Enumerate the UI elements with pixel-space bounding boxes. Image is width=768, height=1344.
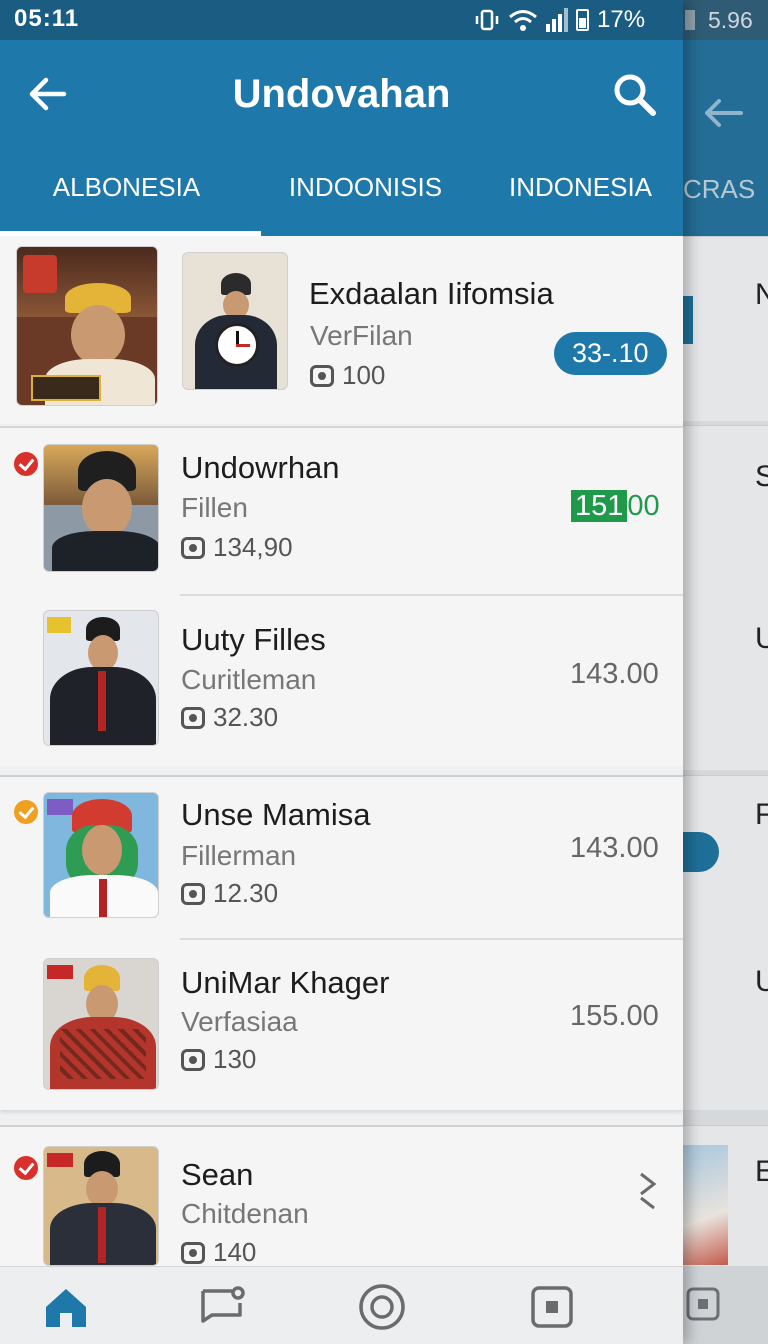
square-icon [686, 1287, 720, 1321]
search-icon[interactable] [610, 70, 658, 118]
background-status-bar: 5.96 [683, 0, 768, 40]
price-highlight: 151 [571, 490, 628, 522]
signal-icon [546, 8, 568, 32]
item-name: Uuty Filles [181, 622, 326, 657]
verified-badge-icon [14, 452, 38, 476]
background-text: U [755, 622, 768, 655]
wifi-icon [509, 10, 537, 31]
nav-home[interactable] [40, 1281, 92, 1333]
background-tab: CRAS [683, 174, 756, 204]
price-badge[interactable]: 33-.10 [554, 332, 667, 375]
camera-icon [181, 706, 205, 729]
item-role: VerFilan [310, 320, 413, 351]
item-thumbnail [43, 444, 159, 572]
list-item[interactable]: Exdaalan Iifomsia VerFilan 100 33-.10 [0, 236, 683, 424]
target-icon [359, 1284, 405, 1330]
background-text: N [755, 278, 768, 311]
background-bottom-nav [683, 1266, 768, 1344]
item-count: 130 [213, 1044, 257, 1074]
bottom-navigation [0, 1266, 683, 1344]
background-thumbnail [683, 1145, 728, 1265]
item-thumbnail [182, 252, 288, 390]
item-thumbnail [43, 958, 159, 1090]
page-title: Undovahan [232, 72, 451, 116]
background-text: U [755, 965, 768, 998]
item-count: 140 [213, 1237, 257, 1267]
background-app-bar: CRAS [683, 40, 768, 236]
item-thumbnail [16, 246, 158, 406]
background-text: E [755, 1155, 768, 1188]
nav-target[interactable] [356, 1281, 408, 1333]
item-thumbnail [43, 1146, 159, 1266]
background-time: 5.96 [708, 7, 753, 33]
chevron-icon[interactable] [636, 1170, 660, 1222]
item-price: 155.00 [570, 1000, 659, 1032]
nav-square[interactable] [526, 1281, 578, 1333]
status-icons: 17% [474, 6, 645, 34]
app-bar: Undovahan ALBONESIA INDOONISIS INDONESIA [0, 40, 683, 236]
square-icon [531, 1286, 573, 1328]
item-meta: 140 [181, 1237, 256, 1268]
item-role: Verfasiaa [181, 1006, 298, 1037]
background-card [683, 236, 768, 421]
item-role: Chitdenan [181, 1198, 309, 1229]
vibrate-icon [475, 9, 499, 31]
battery-icon [576, 9, 589, 31]
tab-indonesia[interactable]: INDONESIA [478, 168, 683, 236]
nav-chat[interactable] [196, 1281, 248, 1333]
item-name: Sean [181, 1157, 254, 1192]
item-thumbnail [43, 610, 159, 746]
item-meta: 130 [181, 1044, 256, 1075]
home-icon [46, 1289, 86, 1327]
item-count: 134,90 [213, 532, 293, 562]
camera-icon [181, 536, 205, 559]
item-thumbnail [43, 792, 159, 918]
verified-badge-icon [14, 1156, 38, 1180]
tab-bar: ALBONESIA INDOONISIS INDONESIA [0, 168, 683, 236]
item-role: Curitleman [181, 664, 317, 695]
item-count: 32.30 [213, 702, 279, 732]
battery-percent: 17% [597, 6, 646, 33]
background-text: S [755, 460, 768, 493]
tab-indoonisis[interactable]: INDOONISIS [253, 168, 478, 236]
item-meta: 32.30 [181, 702, 278, 733]
item-name: Undowrhan [181, 450, 340, 485]
status-bar: 05:11 17% [0, 0, 683, 40]
item-price: 143.00 [570, 832, 659, 864]
item-role: Fillerman [181, 840, 297, 871]
item-price: 143.00 [570, 658, 659, 690]
camera-icon [310, 364, 334, 387]
item-meta: 12.30 [181, 878, 278, 909]
item-role: Fillen [181, 492, 248, 523]
item-name: Unse Mamisa [181, 797, 371, 832]
main-screen: 05:11 17% Undovahan ALBONESIA INDOONISIS… [0, 0, 683, 1344]
tab-albonesia[interactable]: ALBONESIA [0, 168, 261, 236]
camera-icon [181, 1048, 205, 1071]
status-time: 05:11 [14, 5, 80, 32]
divider [180, 938, 683, 940]
item-name: Exdaalan Iifomsia [309, 276, 554, 311]
chat-icon [201, 1286, 245, 1323]
background-accent-bar [683, 296, 693, 344]
verified-badge-icon [14, 800, 38, 824]
background-text: F [755, 798, 768, 831]
item-meta: 134,90 [181, 532, 293, 563]
back-arrow-icon [705, 99, 743, 127]
item-name: UniMar Khager [181, 965, 390, 1000]
item-meta: 100 [310, 360, 385, 391]
battery-icon [685, 10, 695, 30]
item-count: 12.30 [213, 878, 279, 908]
camera-icon [181, 882, 205, 905]
item-count: 100 [342, 360, 386, 390]
divider [180, 594, 683, 596]
camera-icon [181, 1241, 205, 1264]
price-rest: 00 [627, 490, 660, 522]
item-price: 151 00 [571, 490, 660, 523]
